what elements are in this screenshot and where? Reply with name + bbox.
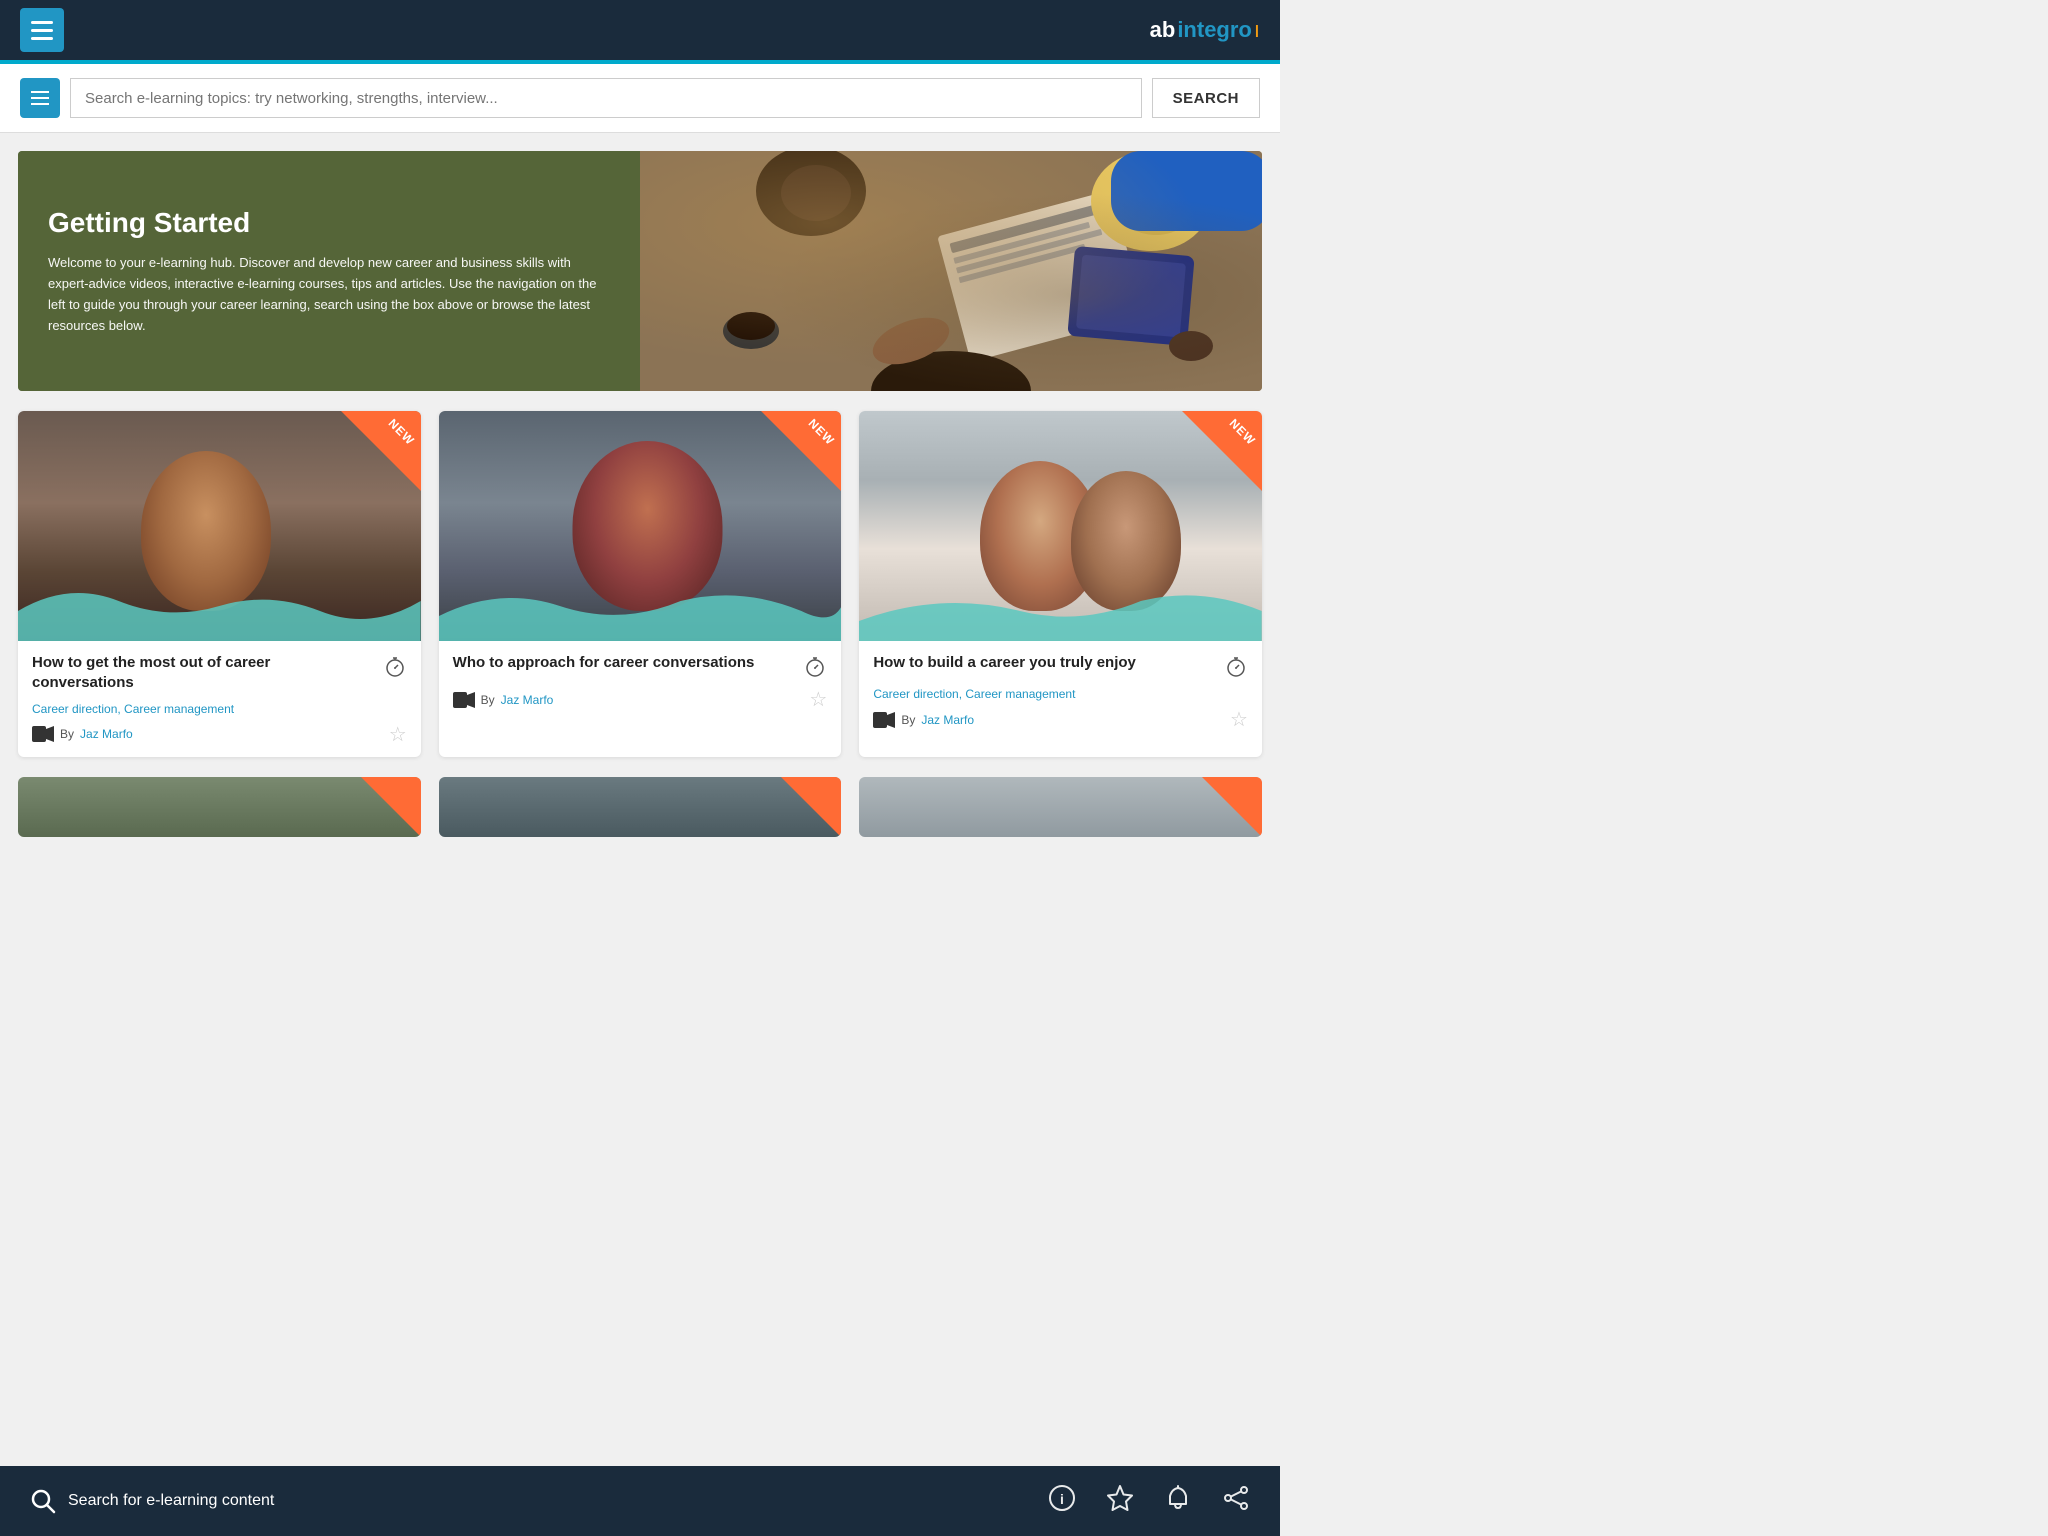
card-3-tags: Career direction, Career management [873,687,1248,701]
timer-icon-3 [1224,655,1248,679]
card-1-author: By Jaz Marfo [32,726,133,742]
video-icon-2 [453,692,475,708]
card-3-wave [859,581,1262,641]
hamburger-menu-button[interactable] [20,8,64,52]
card-2-new-badge [761,411,841,491]
card-3-title: How to build a career you truly enjoy [873,653,1248,679]
card-2-title: Who to approach for career conversations [453,653,828,679]
card-2-author: By Jaz Marfo [453,692,554,708]
svg-text:i: i [1060,1491,1064,1507]
partial-card-2[interactable] [439,777,842,837]
partial-new-badge-1 [361,777,421,837]
hamburger-line [31,21,53,24]
search-menu-button[interactable] [20,78,60,118]
bottom-star-icon[interactable] [1106,1484,1134,1519]
bottom-search-label: Search for e-learning content [68,1492,274,1510]
card-1-author-name[interactable]: Jaz Marfo [80,727,133,741]
timer-icon-2 [803,655,827,679]
card-1-author-row: By Jaz Marfo ☆ [32,722,407,747]
partial-card-1[interactable] [18,777,421,837]
hamburger-line [31,29,53,32]
partial-new-badge-2 [781,777,841,837]
logo: abintegroı [1150,17,1260,43]
card-3-favorite-star[interactable]: ☆ [1230,707,1248,732]
card-2: NEW Who to approach for career conversat… [439,411,842,757]
partial-card-3[interactable] [859,777,1262,837]
bottom-search-icon [30,1488,56,1514]
hero-image [640,151,1262,391]
partial-new-badge-3 [1202,777,1262,837]
card-3-author-row: By Jaz Marfo ☆ [873,707,1248,732]
info-icon[interactable]: i [1048,1484,1076,1519]
card-2-image: NEW [439,411,842,641]
card-3-author-name[interactable]: Jaz Marfo [921,713,974,727]
bottom-search-area[interactable]: Search for e-learning content [30,1488,274,1514]
logo-ab-text: ab [1150,17,1176,43]
card-2-favorite-star[interactable]: ☆ [809,687,827,712]
share-icon[interactable] [1222,1484,1250,1519]
cards-grid: NEW How to get the most out of career co… [0,401,1280,767]
search-input[interactable] [70,78,1142,118]
card-1: NEW How to get the most out of career co… [18,411,421,757]
card-3-new-badge [1182,411,1262,491]
card-1-new-badge [341,411,421,491]
card-3: NEW How to build a career you truly enjo… [859,411,1262,757]
card-2-body: Who to approach for career conversations [439,641,842,722]
hero-banner: Getting Started Welcome to your e-learni… [18,151,1262,391]
bottom-navigation: Search for e-learning content i [0,1466,1280,1536]
video-icon-3 [873,712,895,728]
hero-image-overlay [640,151,1262,391]
logo-integro-text: integro [1177,17,1252,43]
card-2-author-name[interactable]: Jaz Marfo [501,693,554,707]
card-1-tags: Career direction, Career management [32,702,407,716]
bottom-icons-group: i [1048,1484,1250,1519]
card-1-favorite-star[interactable]: ☆ [389,722,407,747]
card-1-title: How to get the most out of career conver… [32,653,407,694]
hero-text-panel: Getting Started Welcome to your e-learni… [18,151,640,391]
logo-suffix: ı [1254,17,1260,43]
hero-title: Getting Started [48,206,610,240]
hamburger-line [31,37,53,40]
card-3-body: How to build a career you truly enjoy Ca… [859,641,1262,742]
card-2-wave [439,581,842,641]
bell-icon[interactable] [1164,1484,1192,1519]
timer-icon-1 [383,655,407,679]
top-navigation: abintegroı [0,0,1280,64]
video-icon-1 [32,726,54,742]
partial-cards-row [0,777,1280,917]
card-3-image: NEW [859,411,1262,641]
card-1-image: NEW [18,411,421,641]
search-button[interactable]: SEARCH [1152,78,1260,118]
card-2-author-row: By Jaz Marfo ☆ [453,687,828,712]
card-1-body: How to get the most out of career conver… [18,641,421,757]
hero-description: Welcome to your e-learning hub. Discover… [48,253,610,336]
card-3-author: By Jaz Marfo [873,712,974,728]
search-bar-area: SEARCH [0,64,1280,133]
card-1-wave [18,581,421,641]
